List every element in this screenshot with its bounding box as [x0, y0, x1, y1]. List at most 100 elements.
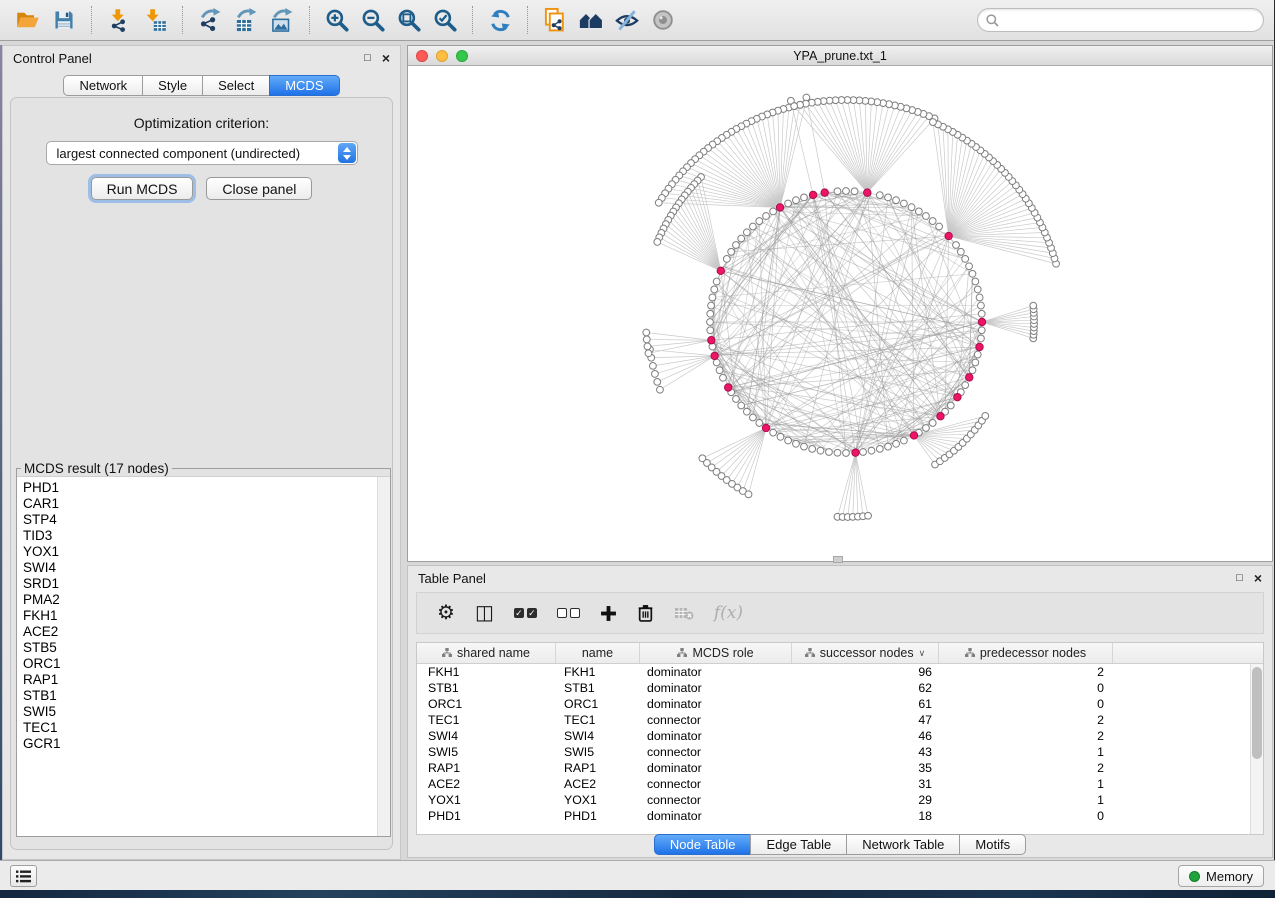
deselect-all-icon[interactable]: [557, 608, 580, 618]
table-row[interactable]: ACE2ACE2connector311: [417, 776, 1263, 792]
table-panel: Table Panel □ × ⚙ ◫ ✓✓ f(x) shared namen…: [407, 565, 1273, 858]
control-panel-title: Control Panel: [13, 51, 92, 66]
zoom-fit-icon[interactable]: [391, 5, 427, 35]
table-cell: YOX1: [556, 793, 640, 807]
mcds-result-item[interactable]: STB1: [23, 688, 374, 704]
minimize-window-icon[interactable]: [436, 50, 448, 62]
table-row[interactable]: YOX1YOX1connector291: [417, 792, 1263, 808]
table-row[interactable]: SWI4SWI4dominator462: [417, 728, 1263, 744]
column-header-shared-name[interactable]: shared name: [417, 643, 556, 663]
search-box[interactable]: [977, 8, 1264, 32]
mcds-result-item[interactable]: SWI5: [23, 704, 374, 720]
add-column-icon[interactable]: [600, 605, 617, 622]
table-cell: 0: [939, 681, 1113, 695]
column-header-name[interactable]: name: [556, 643, 640, 663]
mcds-result-item[interactable]: SRD1: [23, 576, 374, 592]
mcds-result-item[interactable]: SWI4: [23, 560, 374, 576]
mcds-result-item[interactable]: TEC1: [23, 720, 374, 736]
mcds-result-item[interactable]: GCR1: [23, 736, 374, 752]
table-tab-node-table[interactable]: Node Table: [654, 834, 752, 855]
home-icon[interactable]: [573, 5, 609, 35]
tab-mcds[interactable]: MCDS: [269, 75, 339, 96]
table-row[interactable]: STB1STB1dominator620: [417, 680, 1263, 696]
sort-indicator-icon[interactable]: ∨: [919, 648, 926, 659]
table-cell: 43: [792, 745, 939, 759]
tab-network[interactable]: Network: [63, 75, 143, 96]
table-row[interactable]: ORC1ORC1dominator610: [417, 696, 1263, 712]
column-label: name: [582, 646, 613, 660]
table-vertical-scrollbar[interactable]: [1250, 664, 1263, 834]
import-table-icon[interactable]: [137, 5, 173, 35]
float-table-panel-icon[interactable]: □: [1236, 573, 1243, 584]
control-panel-header: Control Panel □ ×: [3, 46, 400, 70]
close-panel-button[interactable]: Close panel: [206, 177, 312, 200]
mcds-result-item[interactable]: FKH1: [23, 608, 374, 624]
scrollbar-thumb[interactable]: [1252, 667, 1262, 759]
column-header-predecessor-nodes[interactable]: predecessor nodes: [939, 643, 1113, 663]
table-tab-network-table[interactable]: Network Table: [846, 834, 960, 855]
control-panel-tabs: NetworkStyleSelectMCDS: [3, 75, 400, 96]
task-history-button[interactable]: [10, 865, 37, 887]
export-network-icon[interactable]: [192, 5, 228, 35]
zoom-out-icon[interactable]: [355, 5, 391, 35]
save-session-icon[interactable]: [46, 5, 82, 35]
table-cell: 0: [939, 697, 1113, 711]
table-cell: 61: [792, 697, 939, 711]
column-header-successor-nodes[interactable]: successor nodes∨: [792, 643, 939, 663]
mcds-result-item[interactable]: YOX1: [23, 544, 374, 560]
memory-button[interactable]: Memory: [1178, 865, 1264, 887]
table-cell: ACE2: [556, 777, 640, 791]
share-document-icon[interactable]: [537, 5, 573, 35]
table-cell: SWI5: [417, 745, 556, 759]
close-window-icon[interactable]: [416, 50, 428, 62]
select-all-icon[interactable]: ✓✓: [514, 608, 537, 618]
table-tab-motifs[interactable]: Motifs: [959, 834, 1026, 855]
zoom-selected-icon[interactable]: [427, 5, 463, 35]
close-panel-icon[interactable]: ×: [382, 51, 390, 65]
table-row[interactable]: TEC1TEC1connector472: [417, 712, 1263, 728]
mcds-result-item[interactable]: ORC1: [23, 656, 374, 672]
table-cell: dominator: [640, 697, 792, 711]
show-eye-icon[interactable]: [645, 5, 681, 35]
mcds-result-item[interactable]: STP4: [23, 512, 374, 528]
export-table-icon[interactable]: [228, 5, 264, 35]
hide-network-icon[interactable]: [609, 5, 645, 35]
close-table-panel-icon[interactable]: ×: [1254, 571, 1262, 585]
zoom-in-icon[interactable]: [319, 5, 355, 35]
mcds-result-item[interactable]: PHD1: [23, 480, 374, 496]
splitter-handle[interactable]: [833, 556, 843, 563]
import-network-icon[interactable]: [101, 5, 137, 35]
mcds-result-item[interactable]: PMA2: [23, 592, 374, 608]
open-session-icon[interactable]: [10, 5, 46, 35]
table-row[interactable]: RAP1RAP1dominator352: [417, 760, 1263, 776]
table-row[interactable]: SWI5SWI5connector431: [417, 744, 1263, 760]
mcds-result-item[interactable]: RAP1: [23, 672, 374, 688]
search-input[interactable]: [1000, 13, 1256, 27]
mcds-result-item[interactable]: ACE2: [23, 624, 374, 640]
network-window-titlebar[interactable]: YPA_prune.txt_1: [408, 46, 1272, 66]
dropdown-stepper-icon[interactable]: [338, 143, 356, 163]
delete-column-icon[interactable]: [637, 604, 654, 622]
mcds-list-scrollbar[interactable]: [377, 477, 390, 836]
column-header-MCDS-role[interactable]: MCDS role: [640, 643, 792, 663]
table-row[interactable]: FKH1FKH1dominator962: [417, 664, 1263, 680]
export-image-icon[interactable]: [264, 5, 300, 35]
float-panel-icon[interactable]: □: [364, 53, 371, 64]
criterion-dropdown[interactable]: largest connected component (undirected): [46, 141, 358, 165]
mcds-result-item[interactable]: STB5: [23, 640, 374, 656]
tab-style[interactable]: Style: [142, 75, 203, 96]
table-cell: FKH1: [556, 665, 640, 679]
table-settings-icon[interactable]: ⚙: [437, 603, 455, 623]
tab-select[interactable]: Select: [202, 75, 270, 96]
table-row[interactable]: PHD1PHD1dominator180: [417, 808, 1263, 824]
table-tab-edge-table[interactable]: Edge Table: [750, 834, 847, 855]
network-graph[interactable]: [408, 66, 1274, 561]
toggle-panel-icon[interactable]: ◫: [475, 603, 494, 623]
maximize-window-icon[interactable]: [456, 50, 468, 62]
application-window: Control Panel □ × NetworkStyleSelectMCDS…: [0, 0, 1275, 890]
mcds-result-item[interactable]: CAR1: [23, 496, 374, 512]
mcds-result-item[interactable]: TID3: [23, 528, 374, 544]
refresh-view-icon[interactable]: [482, 5, 518, 35]
run-mcds-button[interactable]: Run MCDS: [91, 177, 194, 200]
network-canvas[interactable]: [408, 66, 1272, 561]
